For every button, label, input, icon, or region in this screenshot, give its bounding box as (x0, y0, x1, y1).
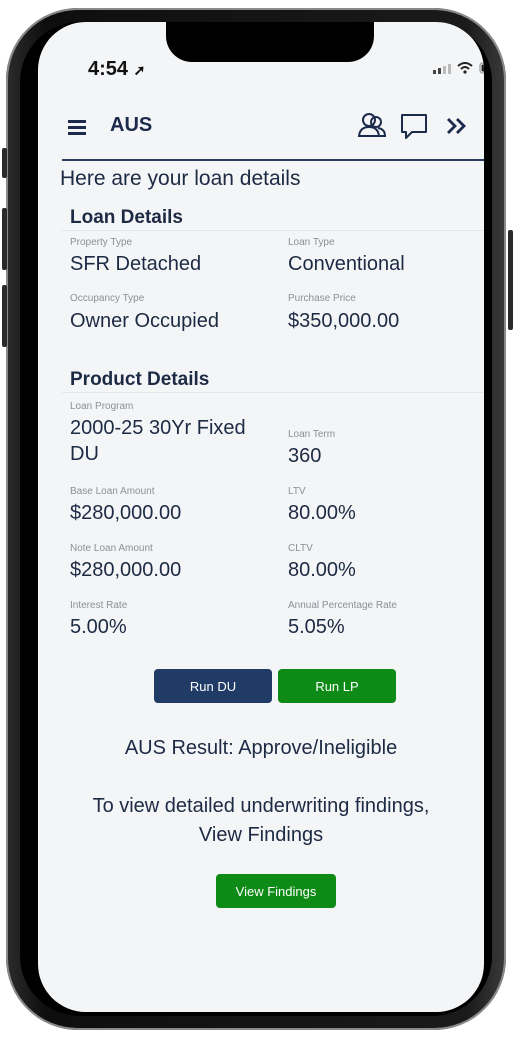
cltv-label: CLTV (288, 543, 313, 554)
loan-term-label: Loan Term (288, 429, 336, 440)
battery-icon (479, 62, 484, 74)
location-arrow-icon: ➚ (133, 62, 146, 78)
loan-type-label: Loan Type (288, 237, 335, 248)
base-loan-amount-value: $280,000.00 (70, 502, 182, 524)
app-screen: 4:54 ➚ AUS Here are your loan details Lo… (38, 22, 484, 1012)
mute-switch (2, 148, 7, 178)
apr-value: 5.05% (288, 616, 345, 638)
page-heading: Here are your loan details (60, 167, 301, 190)
signal-icon (433, 64, 451, 74)
occupancy-type-label: Occupancy Type (70, 293, 145, 304)
run-du-button[interactable]: Run DU (154, 669, 272, 703)
findings-instruction: To view detailed underwriting findings, (92, 795, 430, 817)
status-time: 4:54 ➚ (88, 58, 145, 81)
volume-up-button (2, 208, 7, 270)
purchase-price-value: $350,000.00 (288, 310, 400, 332)
property-type-value: SFR Detached (70, 253, 202, 275)
volume-down-button (2, 285, 7, 347)
run-lp-button[interactable]: Run LP (278, 669, 396, 703)
base-loan-amount-label: Base Loan Amount (70, 486, 155, 497)
apr-label: Annual Percentage Rate (288, 600, 397, 611)
product-details-title: Product Details (70, 369, 210, 390)
power-button (508, 230, 513, 330)
property-type-label: Property Type (70, 237, 133, 248)
app-title: AUS (110, 114, 153, 136)
ltv-label: LTV (288, 486, 306, 497)
appbar-divider (62, 159, 484, 161)
purchase-price-label: Purchase Price (288, 293, 356, 304)
occupancy-type-value: Owner Occupied (70, 310, 219, 332)
note-loan-amount-value: $280,000.00 (70, 559, 182, 581)
chat-icon[interactable] (398, 110, 430, 142)
loan-type-value: Conventional (288, 253, 405, 275)
loan-program-value-line2: DU (70, 443, 99, 465)
cltv-value: 80.00% (288, 559, 356, 581)
section-divider (62, 230, 484, 231)
loan-program-value-line1: 2000-25 30Yr Fixed (70, 417, 246, 439)
status-icons (433, 62, 484, 74)
view-findings-button[interactable]: View Findings (216, 874, 336, 908)
aus-result-text: AUS Result: Approve/Ineligible (124, 737, 398, 759)
status-time-text: 4:54 (88, 58, 129, 80)
interest-rate-value: 5.00% (70, 616, 127, 638)
note-loan-amount-label: Note Loan Amount (70, 543, 153, 554)
findings-link-text[interactable]: View Findings (38, 821, 484, 849)
users-icon[interactable] (356, 110, 388, 142)
hamburger-menu-icon[interactable] (68, 120, 86, 135)
app-bar: AUS (38, 102, 484, 152)
double-chevron-right-icon[interactable] (442, 110, 474, 142)
notch (166, 22, 374, 62)
loan-details-title: Loan Details (70, 207, 183, 228)
wifi-icon (457, 62, 473, 74)
ltv-value: 80.00% (288, 502, 356, 524)
interest-rate-label: Interest Rate (70, 600, 128, 611)
loan-program-label: Loan Program (70, 401, 134, 412)
section-divider (62, 392, 484, 393)
loan-term-value: 360 (288, 445, 322, 467)
